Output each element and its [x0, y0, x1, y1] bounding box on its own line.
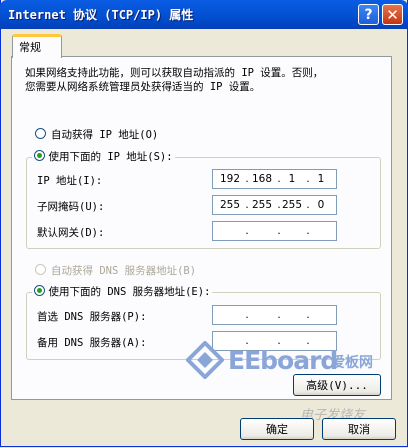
manual-dns-label[interactable]: 使用下面的 DNS 服务器地址(E): [49, 286, 211, 298]
auto-ip-label[interactable]: 自动获得 IP 地址(O) [51, 127, 158, 142]
ip-dot: . [277, 225, 281, 237]
mask-octet-4: 0 [317, 199, 325, 211]
ip-address-field[interactable]: 192 . 168 . 1 . 1 [212, 169, 337, 189]
advanced-button[interactable]: 高级(V)... [293, 374, 381, 396]
subnet-mask-label: 子网掩码(U): [37, 201, 105, 213]
auto-ip-radio[interactable] [35, 128, 46, 139]
ip-octet-2: 168 [251, 173, 273, 185]
eeboard-logo-icon [186, 341, 224, 379]
title-bar[interactable]: Internet 协议 (TCP/IP) 属性 ? ✕ [0, 0, 408, 29]
watermark-logo-cn: 爱板网 [331, 355, 373, 371]
manual-ip-radio[interactable] [34, 150, 45, 161]
mask-octet-3: 255 [281, 199, 303, 211]
close-button[interactable]: ✕ [382, 4, 403, 25]
help-button[interactable]: ? [358, 4, 379, 25]
cancel-button[interactable]: 取消 [322, 418, 396, 440]
ip-dot: . [245, 309, 249, 321]
auto-dns-label[interactable]: 自动获得 DNS 服务器地址(B) [51, 263, 196, 278]
mask-octet-1: 255 [219, 199, 241, 211]
ip-dot: . [306, 309, 310, 321]
tab-general-label: 常规 [19, 41, 41, 54]
alternate-dns-label: 备用 DNS 服务器(A): [37, 337, 147, 349]
ip-octet-3: 1 [288, 173, 296, 185]
ip-octet-1: 192 [219, 173, 241, 185]
gateway-label: 默认网关(D): [37, 227, 105, 239]
ip-dot: . [306, 225, 310, 237]
description-text: 如果网络支持此功能，则可以获取自动指派的 IP 设置。否则， 您需要从网络系统管… [25, 66, 385, 94]
tab-general[interactable]: 常规 [12, 34, 62, 58]
mask-octet-2: 255 [251, 199, 273, 211]
ip-address-label: IP 地址(I): [37, 175, 103, 187]
description-line-1: 如果网络支持此功能，则可以获取自动指派的 IP 设置。否则， [25, 67, 324, 79]
manual-ip-legend: 使用下面的 IP 地址(S): [32, 149, 175, 164]
description-line-2: 您需要从网络系统管理员处获得适当的 IP 设置。 [25, 81, 261, 93]
manual-dns-radio[interactable] [34, 285, 45, 296]
manual-ip-label[interactable]: 使用下面的 IP 地址(S): [49, 151, 173, 163]
ip-octet-4: 1 [317, 173, 325, 185]
window-title: Internet 协议 (TCP/IP) 属性 [8, 8, 194, 22]
ip-dot: . [245, 225, 249, 237]
watermark-logo-text: EEboard [228, 346, 338, 375]
subnet-mask-field[interactable]: 255 . 255 . 255 . 0 [212, 195, 337, 215]
gateway-field[interactable]: . . . [212, 221, 337, 241]
preferred-dns-field[interactable]: . . . [212, 305, 337, 325]
ok-button[interactable]: 确定 [240, 418, 314, 440]
auto-dns-radio[interactable] [35, 264, 46, 275]
ip-dot: . [277, 309, 281, 321]
preferred-dns-label: 首选 DNS 服务器(P): [37, 311, 147, 323]
manual-dns-legend: 使用下面的 DNS 服务器地址(E): [32, 284, 213, 299]
